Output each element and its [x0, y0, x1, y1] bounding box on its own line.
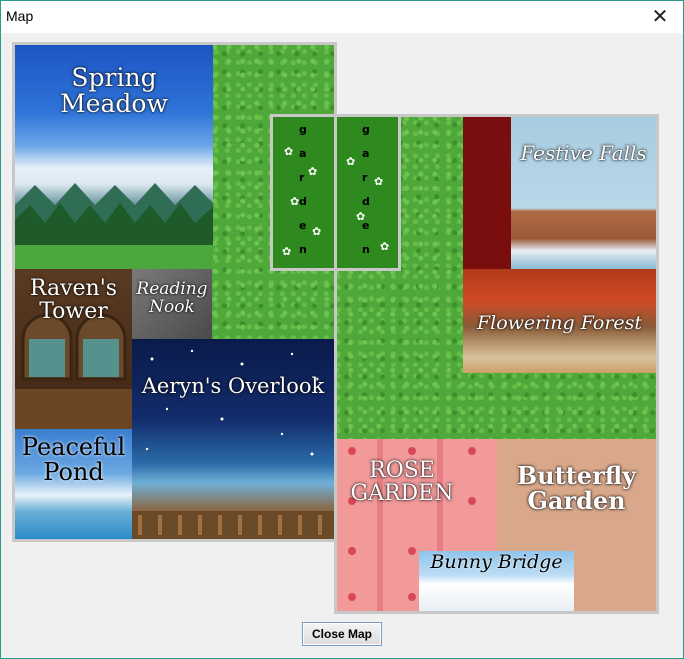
garden-left-letter-3: d: [299, 195, 307, 208]
map-window: Map ✕ Spring Meadow Raven's Tower Readin…: [0, 0, 684, 659]
label-peaceful-pond: Peaceful Pond: [21, 433, 126, 487]
area-bunny-bridge[interactable]: Bunny Bridge: [419, 551, 574, 611]
label-flowering-forest: Flowering Forest: [476, 312, 643, 334]
label-aeryns-overlook: Aeryn's Overlook: [141, 374, 325, 398]
area-spring-meadow[interactable]: Spring Meadow: [15, 45, 213, 269]
area-peaceful-pond[interactable]: Peaceful Pond: [15, 429, 132, 539]
garden-left-letter-1: a: [299, 147, 307, 160]
label-bunny-bridge: Bunny Bridge: [430, 551, 563, 573]
label-ravens-tower: Raven's Tower: [29, 276, 118, 325]
garden-right-letter-1: a: [362, 147, 370, 160]
garden-left-letter-5: n: [299, 243, 307, 256]
area-festive-falls[interactable]: Festive Falls: [511, 117, 656, 269]
garden-right-letter-4: e: [362, 219, 370, 232]
area-garden-left[interactable]: ✿ ✿ ✿ ✿ ✿ g a r d e n: [272, 115, 336, 269]
close-map-button[interactable]: Close Map: [302, 622, 382, 646]
area-reading-nook[interactable]: Reading Nook: [132, 269, 212, 339]
area-garden-right[interactable]: ✿ ✿ ✿ ✿ g a r d e n: [336, 115, 400, 269]
label-butterfly-garden: Butterfly Garden: [516, 461, 637, 516]
garden-left-letter-4: e: [299, 219, 307, 232]
title-bar: Map ✕: [1, 1, 683, 33]
garden-right-letter-2: r: [362, 171, 368, 184]
area-aeryns-overlook[interactable]: Aeryn's Overlook: [132, 339, 334, 539]
garden-right-letter-5: n: [362, 243, 370, 256]
label-rose-garden: ROSE GARDEN: [350, 458, 454, 507]
label-spring-meadow: Spring Meadow: [60, 63, 168, 119]
label-festive-falls: Festive Falls: [520, 141, 647, 165]
close-icon[interactable]: ✕: [649, 5, 671, 27]
area-ravens-tower[interactable]: Raven's Tower: [15, 269, 132, 429]
label-reading-nook: Reading Nook: [136, 279, 208, 317]
garden-left-letter-0: g: [299, 123, 307, 136]
garden-right-letter-3: d: [362, 195, 370, 208]
garden-left-letter-2: r: [299, 171, 305, 184]
area-red-passage: [463, 117, 511, 269]
area-flowering-forest[interactable]: Flowering Forest: [463, 269, 656, 373]
overlook-stars: [132, 349, 334, 539]
window-title: Map: [6, 8, 34, 24]
garden-right-letter-0: g: [362, 123, 370, 136]
